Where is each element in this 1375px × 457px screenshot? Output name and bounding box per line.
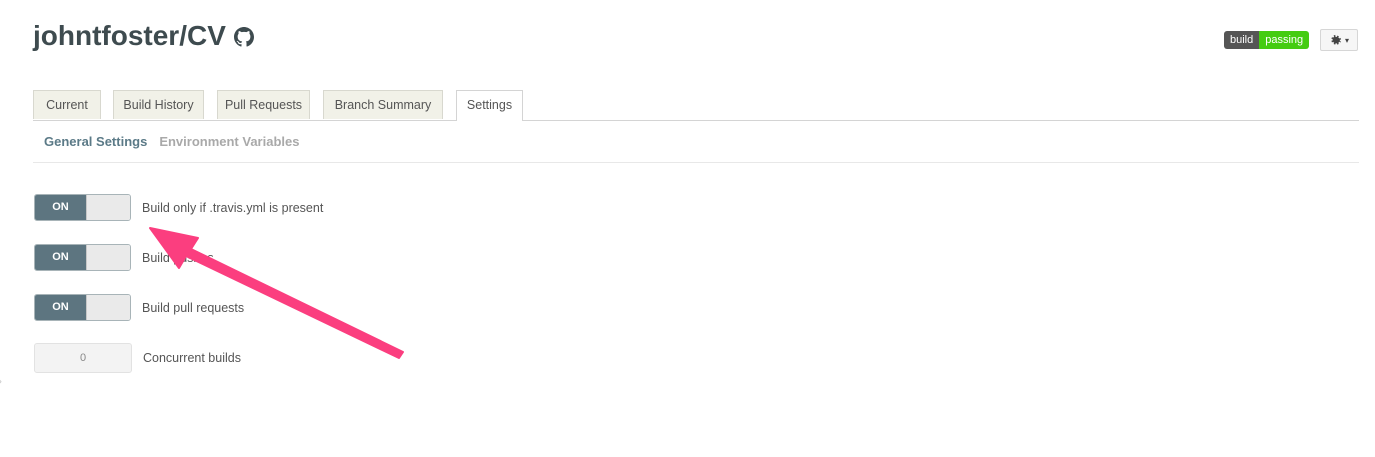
tab-build-history[interactable]: Build History [113,90,204,119]
settings-subnav: General Settings Environment Variables [44,134,299,149]
toggle-build-pushes[interactable]: ON [34,244,131,271]
settings-menu-button[interactable]: ▾ [1320,29,1358,51]
setting-row-travis-yml: ON Build only if .travis.yml is present [34,194,323,221]
concurrent-builds-input[interactable] [34,343,132,373]
toggle-off-area [86,295,130,320]
tab-pull-requests[interactable]: Pull Requests [217,90,310,119]
setting-row-build-pushes: ON Build pushes [34,244,214,271]
gear-icon [1331,34,1342,45]
tab-current[interactable]: Current [33,90,101,119]
toggle-on-label: ON [35,195,86,220]
badge-label: build [1224,31,1260,49]
build-status-badge[interactable]: build passing [1224,31,1310,49]
setting-label: Concurrent builds [143,351,241,365]
setting-label: Build only if .travis.yml is present [142,200,324,215]
github-icon[interactable] [233,27,254,47]
subnav-environment-variables[interactable]: Environment Variables [159,134,299,149]
pink-arrow-annotation [149,227,404,359]
setting-label: Build pull requests [142,300,245,315]
chevron-right-icon: › [0,374,2,388]
setting-label: Build pushes [142,250,214,265]
repo-title: johntfoster/CV [33,20,254,52]
toggle-on-label: ON [35,295,86,320]
tab-settings[interactable]: Settings [456,90,523,121]
toggle-off-area [86,245,130,270]
toggle-build-pull-requests[interactable]: ON [34,294,131,321]
toggle-build-only-if-travis-yml[interactable]: ON [34,194,131,221]
badge-status: passing [1259,31,1310,49]
tab-branch-summary[interactable]: Branch Summary [323,90,443,119]
repo-name: johntfoster/CV [33,20,226,51]
toggle-on-label: ON [35,245,86,270]
toggle-off-area [86,195,130,220]
setting-row-concurrent-builds: Concurrent builds [34,343,241,373]
divider [33,162,1359,163]
tab-bar: Current Build History Pull Requests Bran… [33,90,1359,121]
setting-row-build-pull-requests: ON Build pull requests [34,294,244,321]
chevron-down-icon: ▾ [1344,35,1349,45]
subnav-general-settings[interactable]: General Settings [44,134,147,149]
